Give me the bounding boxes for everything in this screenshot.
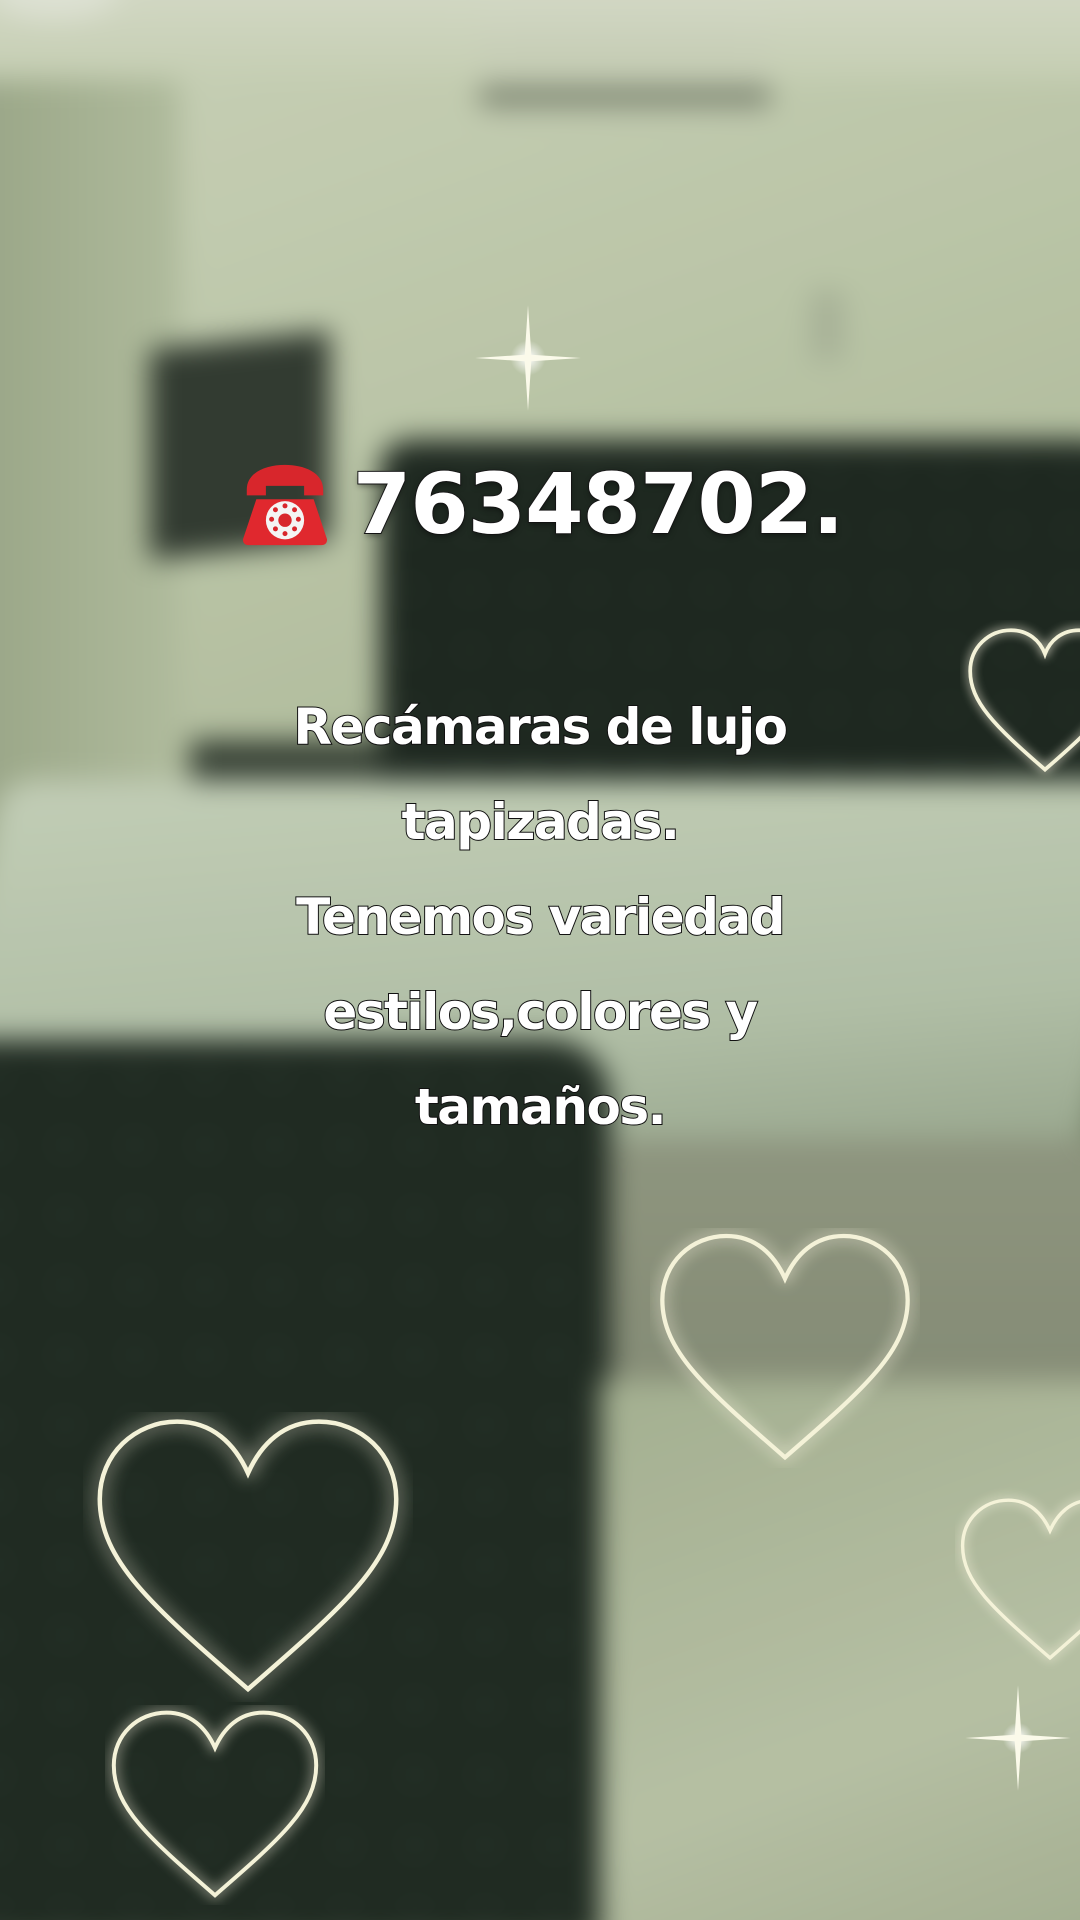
sparkle-icon — [965, 1685, 1071, 1791]
caption-block: Recámaras de lujo tapizadas. Tenemos var… — [0, 680, 1080, 1155]
caption-line: estilos,colores y — [322, 982, 759, 1042]
heart-outline-icon — [660, 1233, 910, 1461]
telephone-icon — [242, 464, 327, 546]
caption-line: Recámaras de lujo — [292, 697, 789, 757]
video-frame: 76348702. Recámaras de lujo tapizadas. T… — [0, 0, 1080, 1920]
caption-line: Tenemos variedad — [295, 887, 786, 947]
heart-outline-icon — [960, 1498, 1080, 1661]
caption-line: tamaños. — [414, 1077, 668, 1137]
heart-outline-icon — [97, 1419, 399, 1693]
heart-outline-icon — [111, 1710, 319, 1898]
sparkle-icon — [475, 305, 581, 411]
phone-line: 76348702. — [0, 454, 1080, 554]
phone-number: 76348702. — [352, 454, 845, 554]
caption-line: tapizadas. — [401, 792, 681, 852]
